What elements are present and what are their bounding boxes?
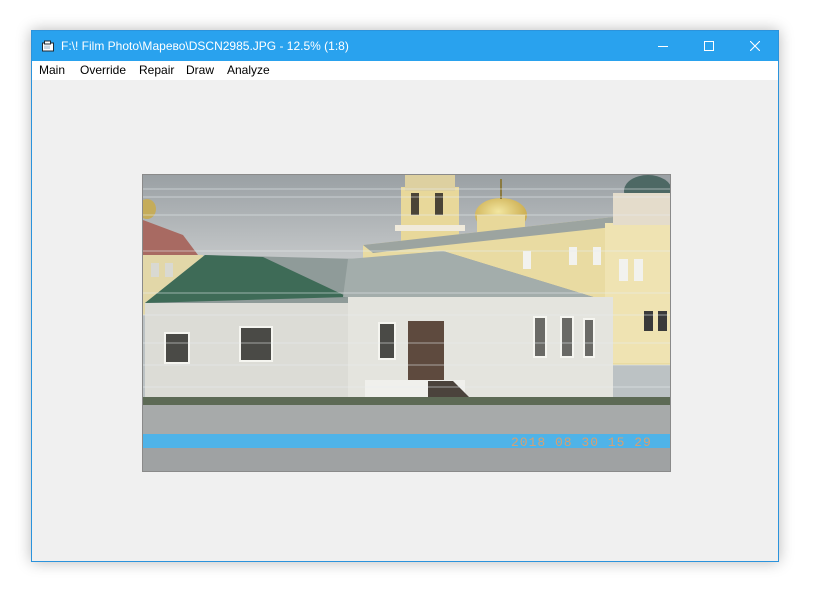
menu-analyze[interactable]: Analyze [227, 63, 270, 78]
date-stamp: 2018 08 30 15 29 [511, 435, 652, 450]
close-icon [750, 41, 760, 51]
menu-main[interactable]: Main [39, 63, 65, 78]
menu-repair[interactable]: Repair [139, 63, 174, 78]
app-icon [42, 40, 54, 52]
menu-draw[interactable]: Draw [186, 63, 214, 78]
minimize-icon [658, 46, 668, 47]
maximize-icon [704, 41, 714, 51]
menu-override[interactable]: Override [80, 63, 126, 78]
title-bar[interactable]: F:\! Film Photo\Марево\DSCN2985.JPG - 12… [32, 31, 778, 61]
minimize-button[interactable] [640, 31, 686, 61]
photo-view[interactable]: 2018 08 30 15 29 [142, 174, 671, 472]
maximize-button[interactable] [686, 31, 732, 61]
photo-image: 2018 08 30 15 29 [143, 175, 670, 471]
menu-bar: Main Override Repair Draw Analyze [32, 61, 778, 80]
window-title: F:\! Film Photo\Марево\DSCN2985.JPG - 12… [61, 39, 349, 53]
image-canvas-area[interactable]: 2018 08 30 15 29 [32, 80, 778, 561]
close-button[interactable] [732, 31, 778, 61]
app-window: F:\! Film Photo\Марево\DSCN2985.JPG - 12… [31, 30, 779, 562]
